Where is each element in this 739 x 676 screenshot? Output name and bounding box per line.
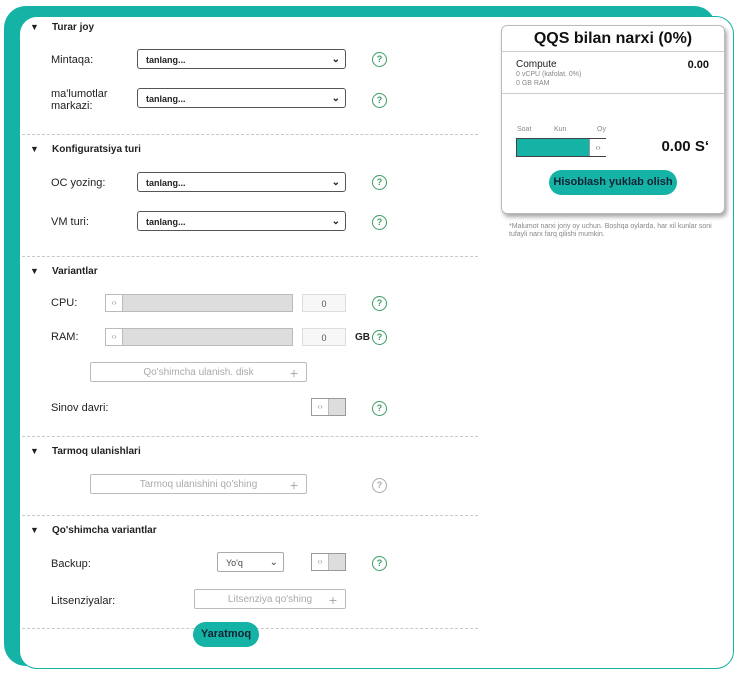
chevron-down-icon: ⌄ (331, 216, 340, 227)
price-title: QQS bilan narxi (0%) (533, 30, 693, 47)
period-day-label[interactable]: Kun (554, 126, 566, 133)
slider-handle-icon[interactable]: ‹› (106, 295, 123, 311)
chevron-down-icon: ⌄ (331, 93, 340, 104)
cpu-label: CPU: (51, 297, 78, 309)
add-network-button[interactable]: Tarmoq ulanishini qo'shing + (90, 474, 307, 494)
triangle-down-icon: ▼ (30, 22, 39, 32)
trial-period-label: Sinov davri: (51, 402, 109, 414)
vm-type-select[interactable]: tanlang... ⌄ (137, 211, 346, 231)
backup-toggle[interactable]: ‹› (311, 553, 346, 571)
os-label: OC yozing: (51, 177, 106, 189)
question-circle-icon[interactable]: ? (372, 215, 387, 230)
os-select[interactable]: tanlang... ⌄ (137, 172, 346, 192)
ram-value[interactable]: 0 (302, 328, 346, 346)
section-config: ▼ Konfiguratsiya turi OC yozing: tanlang.… (22, 134, 478, 257)
datacenter-select[interactable]: tanlang... ⌄ (137, 88, 346, 108)
triangle-down-icon: ▼ (30, 266, 39, 276)
ram-detail: 0 GB RAM (516, 80, 550, 87)
ram-unit: GB (355, 332, 370, 343)
chevron-down-icon: ⌄ (331, 54, 340, 65)
period-month-label[interactable]: Oy (597, 126, 606, 133)
slider-handle-icon[interactable]: ‹› (589, 139, 606, 156)
plus-icon: + (289, 365, 298, 381)
question-circle-icon[interactable]: ? (372, 52, 387, 67)
section-header-location[interactable]: ▼ Turar joy (30, 22, 94, 33)
licenses-label: Litsenziyalar: (51, 595, 116, 607)
cpu-slider[interactable]: ‹› (105, 294, 293, 312)
period-slider[interactable]: ‹› (516, 138, 606, 157)
section-header-network[interactable]: ▼ Tarmoq ulanishlari (30, 446, 141, 457)
datacenter-label: ma'lumotlar markazi: (51, 88, 108, 112)
section-header-options[interactable]: ▼ Variantlar (30, 266, 98, 277)
cpu-value[interactable]: 0 (302, 294, 346, 312)
compute-label: Compute (516, 59, 557, 70)
region-select[interactable]: tanlang... ⌄ (137, 49, 346, 69)
triangle-down-icon: ▼ (30, 525, 39, 535)
slider-handle-icon: ‹› (312, 554, 329, 570)
triangle-down-icon: ▼ (30, 144, 39, 154)
plus-icon: + (289, 477, 298, 493)
section-header-extra[interactable]: ▼ Qo'shimcha variantlar (30, 525, 157, 536)
triangle-down-icon: ▼ (30, 446, 39, 456)
ram-slider[interactable]: ‹› (105, 328, 293, 346)
question-circle-icon[interactable]: ? (372, 556, 387, 571)
chevron-down-icon: ⌄ (269, 557, 278, 568)
section-network: ▼ Tarmoq ulanishlari Tarmoq ulanishini qo… (22, 436, 478, 516)
plus-icon: + (328, 592, 337, 608)
vcpu-detail: 0 vCPU (kafolat. 0%) (516, 71, 582, 78)
slider-handle-icon: ‹› (312, 399, 329, 415)
question-circle-icon[interactable]: ? (372, 296, 387, 311)
chevron-down-icon: ⌄ (331, 177, 340, 188)
question-circle-icon[interactable]: ? (372, 175, 387, 190)
backup-select[interactable]: Yo'q ⌄ (217, 552, 284, 572)
section-location: ▼ Turar joy Mintaqa: tanlang... ⌄ ? ma'lum… (22, 18, 478, 135)
backup-label: Backup: (51, 558, 91, 570)
download-estimate-button[interactable]: Hisoblash yuklab olish (549, 170, 677, 195)
price-footnote: *Malumot narxi joriy oy uchun. Boshqa oy… (509, 223, 712, 238)
question-circle-icon[interactable]: ? (372, 93, 387, 108)
section-extra: ▼ Qo'shimcha variantlar Backup: Yo'q ⌄ ‹› … (22, 515, 478, 629)
period-hour-label[interactable]: Soat (517, 126, 531, 133)
create-button[interactable]: Yaratmoq (193, 622, 259, 647)
slider-handle-icon[interactable]: ‹› (106, 329, 123, 345)
question-circle-icon[interactable]: ? (372, 401, 387, 416)
section-header-config[interactable]: ▼ Konfiguratsiya turi (30, 144, 141, 155)
price-panel: QQS bilan narxi (0%) Compute 0.00 0 vCPU… (501, 25, 725, 214)
divider (502, 51, 724, 52)
question-circle-icon[interactable]: ? (372, 330, 387, 345)
add-license-button[interactable]: Litsenziya qo'shing + (194, 589, 346, 609)
compute-value: 0.00 (687, 59, 709, 71)
vm-type-label: VM turi: (51, 216, 89, 228)
total-price: 0.00 S‘ (661, 138, 709, 155)
add-disk-button[interactable]: Qo'shimcha ulanish. disk + (90, 362, 307, 382)
period-slider-fill (517, 139, 589, 156)
region-label: Mintaqa: (51, 54, 94, 66)
question-circle-icon[interactable]: ? (372, 478, 387, 493)
section-options: ▼ Variantlar CPU: ‹› 0 ? RAM: ‹› 0 GB ? Q… (22, 256, 478, 437)
ram-label: RAM: (51, 331, 79, 343)
divider (502, 93, 724, 94)
trial-period-toggle[interactable]: ‹› (311, 398, 346, 416)
